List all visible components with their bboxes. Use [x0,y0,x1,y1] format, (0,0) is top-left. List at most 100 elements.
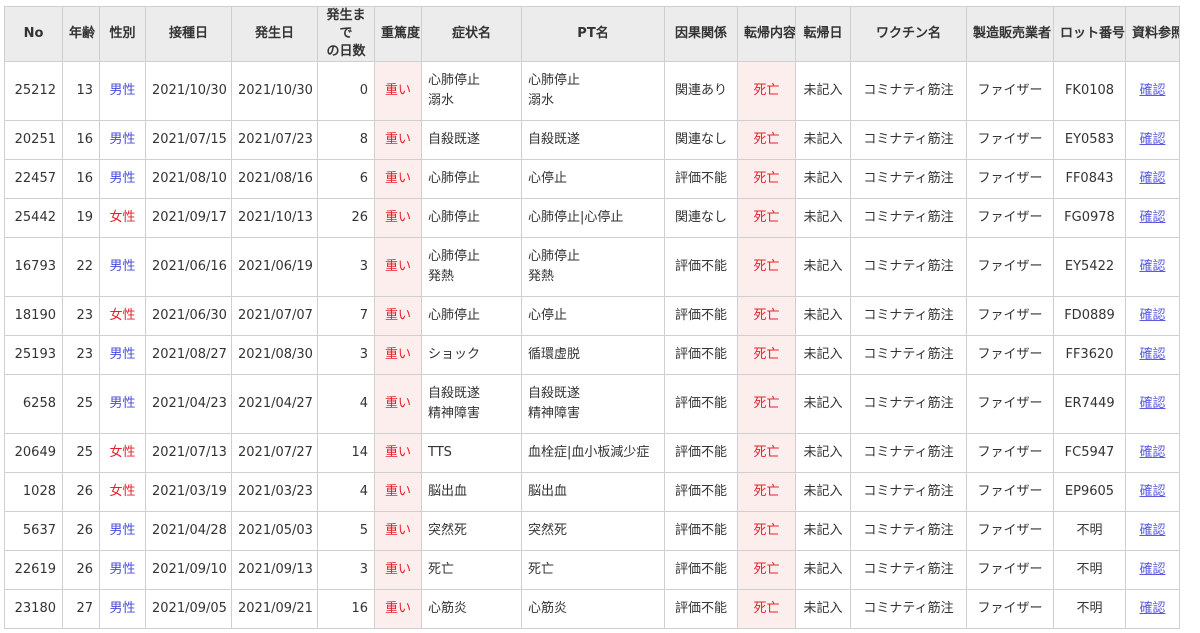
cell-vaccination-date: 2021/04/28 [145,511,232,551]
cell-age: 13 [62,61,100,121]
cell-outcome: 死亡 [737,433,796,473]
cell-severity: 重い [374,335,422,375]
cell-age: 16 [62,120,100,160]
cell-no: 25193 [4,335,63,375]
cell-causality: 評価不能 [664,433,738,473]
cell-reference: 確認 [1125,61,1180,121]
cell-manufacturer: ファイザー [966,550,1054,590]
cell-outcome-date: 未記入 [795,159,851,199]
cell-onset-date: 2021/05/03 [231,511,318,551]
sex-label: 女性 [109,484,136,499]
symptom-line: 心肺停止 [428,249,481,264]
cell-outcome: 死亡 [737,159,796,199]
cell-reference: 確認 [1125,296,1180,336]
cell-vaccination-date: 2021/07/13 [145,433,232,473]
cell-causality: 関連あり [664,61,738,121]
col-pt-name-header: PT名 [521,6,665,62]
cell-vaccine-name: コミナティ筋注 [850,237,967,297]
sex-label: 男性 [109,396,136,411]
cell-age: 22 [62,237,100,297]
cell-symptom-name: 心筋炎 [421,589,522,629]
confirm-link[interactable]: 確認 [1139,396,1165,411]
cell-reference: 確認 [1125,511,1180,551]
sex-label: 男性 [109,523,136,538]
confirm-link[interactable]: 確認 [1139,259,1165,274]
confirm-link[interactable]: 確認 [1139,445,1165,460]
cell-pt-name: 循環虚脱 [521,335,665,375]
cell-sex: 男性 [99,335,146,375]
cell-sex: 女性 [99,472,146,512]
cell-pt-name: 心肺停止 溺水 [521,61,665,121]
confirm-link[interactable]: 確認 [1139,562,1165,577]
cell-lot-number: FF3620 [1053,335,1126,375]
cell-reference: 確認 [1125,433,1180,473]
symptom-line: ショック [428,347,481,362]
confirm-link[interactable]: 確認 [1139,83,1165,98]
cell-outcome: 死亡 [737,335,796,375]
confirm-link[interactable]: 確認 [1139,132,1165,147]
confirm-link[interactable]: 確認 [1139,484,1165,499]
pt-line: 心肺停止 [528,249,581,264]
pt-line: 血栓症|血小板減少症 [528,445,650,460]
table-row: 25212 13 男性 2021/10/30 2021/10/30 0 重い 心肺停止 溺水 心肺… [4,61,1180,121]
symptom-line: 心筋炎 [428,601,468,616]
cell-reference: 確認 [1125,120,1180,160]
table-row: 22457 16 男性 2021/08/10 2021/08/16 6 重い 心肺停止 心停止 評… [4,159,1180,199]
table-row: 25193 23 男性 2021/08/27 2021/08/30 3 重い ショック 循環虚脱… [4,335,1180,375]
symptom-line: 自殺既遂 [428,386,481,401]
cell-days-to-onset: 7 [317,296,375,336]
cell-lot-number: FD0889 [1053,296,1126,336]
cell-outcome-date: 未記入 [795,335,851,375]
pt-line: 死亡 [528,562,555,577]
cell-severity: 重い [374,511,422,551]
cell-vaccination-date: 2021/08/10 [145,159,232,199]
cell-days-to-onset: 5 [317,511,375,551]
cell-pt-name: 自殺既遂 精神障害 [521,374,665,434]
col-reference-header: 資料参照 [1125,6,1180,62]
cell-outcome-date: 未記入 [795,198,851,238]
symptom-line: 脳出血 [428,484,468,499]
cell-days-to-onset: 26 [317,198,375,238]
cell-outcome: 死亡 [737,61,796,121]
symptom-line: 心肺停止 [428,73,481,88]
confirm-link[interactable]: 確認 [1139,601,1165,616]
cell-vaccination-date: 2021/04/23 [145,374,232,434]
cell-outcome-date: 未記入 [795,511,851,551]
cell-severity: 重い [374,550,422,590]
cell-sex: 女性 [99,433,146,473]
pt-line: 心停止 [528,171,568,186]
col-days-to-onset-header: 発生まで の日数 [317,6,375,62]
cell-vaccination-date: 2021/07/15 [145,120,232,160]
confirm-link[interactable]: 確認 [1139,523,1165,538]
cell-causality: 評価不能 [664,550,738,590]
cell-no: 16793 [4,237,63,297]
cell-days-to-onset: 14 [317,433,375,473]
cell-outcome: 死亡 [737,296,796,336]
cell-onset-date: 2021/08/30 [231,335,318,375]
cell-age: 26 [62,550,100,590]
col-outcome-header: 転帰内容 [737,6,796,62]
sex-label: 女性 [109,308,136,323]
col-sex-header: 性別 [99,6,146,62]
sex-label: 男性 [109,562,136,577]
cell-sex: 男性 [99,589,146,629]
symptom-line: 発熱 [428,269,455,284]
cell-outcome-date: 未記入 [795,589,851,629]
cell-no: 22457 [4,159,63,199]
symptom-line: 突然死 [428,523,468,538]
cell-lot-number: ER7449 [1053,374,1126,434]
table-row: 25442 19 女性 2021/09/17 2021/10/13 26 重い 心肺停止 心肺停… [4,198,1180,238]
cell-sex: 男性 [99,374,146,434]
confirm-link[interactable]: 確認 [1139,347,1165,362]
cell-causality: 評価不能 [664,296,738,336]
cell-onset-date: 2021/07/23 [231,120,318,160]
confirm-link[interactable]: 確認 [1139,308,1165,323]
confirm-link[interactable]: 確認 [1139,210,1165,225]
sex-label: 男性 [109,601,136,616]
confirm-link[interactable]: 確認 [1139,171,1165,186]
cell-vaccine-name: コミナティ筋注 [850,198,967,238]
cell-days-to-onset: 3 [317,335,375,375]
cell-sex: 男性 [99,550,146,590]
table-row: 6258 25 男性 2021/04/23 2021/04/27 4 重い 自殺既遂 精神障害自… [4,374,1180,434]
cell-sex: 男性 [99,159,146,199]
